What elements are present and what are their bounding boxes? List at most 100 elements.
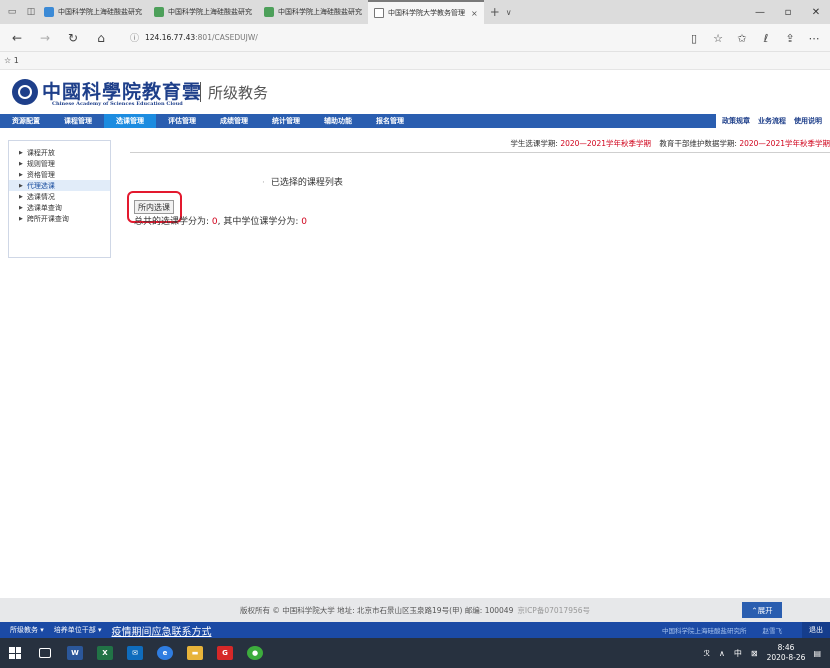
bullet-icon: ▶ <box>19 204 23 211</box>
start-button[interactable] <box>0 638 30 668</box>
logo-english: Chinese Academy of Sciences Education Cl… <box>52 101 183 107</box>
forward-icon[interactable]: → <box>34 27 56 49</box>
sidebar-item-label: 跨所开课查询 <box>26 214 69 223</box>
tab-actions-icon[interactable]: ▭ <box>5 5 19 19</box>
browser-tab-2[interactable]: 中国科学院上海硅酸盐研究 <box>148 0 258 24</box>
tab-close-icon[interactable]: × <box>471 9 478 18</box>
mail-icon[interactable]: ✉ <box>120 638 150 668</box>
menu-item-resources[interactable]: 资源配置 <box>0 114 52 128</box>
excel-icon[interactable]: X <box>90 638 120 668</box>
bullet-icon: ▶ <box>19 182 23 189</box>
sidebar-item-label: 选课单查询 <box>26 203 62 212</box>
system-tray: ℛ ∧ 中 ⊠ 8:46 2020-8-26 ▤ <box>704 638 830 668</box>
cas-favicon-icon <box>44 7 54 17</box>
url-field[interactable]: ⓘ 124.16.77.43 :801/CASEDUJW/ <box>130 31 650 44</box>
logo-chinese: 中國科學院教育雲 <box>42 81 203 103</box>
sidebar-item-label: 课程开放 <box>26 148 55 157</box>
system-switcher[interactable]: 所级教务 ▾ <box>10 625 44 635</box>
sidebar-item-cross-institute[interactable]: ▶ 跨所开课查询 <box>9 213 110 224</box>
sidebar-item-label: 选课情况 <box>26 192 55 201</box>
home-icon[interactable]: ⌂ <box>90 27 112 49</box>
main-menu: 资源配置 课程管理 选课管理 评估管理 成绩管理 统计管理 辅助功能 报名管理 … <box>0 114 830 128</box>
manual-link[interactable]: 使用说明 <box>794 116 822 126</box>
tab-label: 中国科学院上海硅酸盐研究 <box>58 8 142 16</box>
red-app-icon[interactable]: G <box>210 638 240 668</box>
selected-course-list-title: · 已选择的课程列表 <box>262 178 343 188</box>
institute-name: 中国科学院上海硅酸盐研究所 <box>662 627 747 635</box>
content-area: ▶ 课程开放 ▶ 规则管理 ▶ 资格管理 ▶ 代理选课 ▶ 选课情况 ▶ 选课单查询 ▶ 跨所… <box>0 128 830 598</box>
minimize-icon[interactable]: — <box>746 0 774 24</box>
menu-item-grades[interactable]: 成绩管理 <box>208 114 260 128</box>
expand-button[interactable]: ⌃展开 <box>742 602 782 618</box>
menu-item-assist[interactable]: 辅助功能 <box>312 114 364 128</box>
windows-taskbar: W X ✉ e ▬ G ● ℛ ∧ 中 ⊠ 8:46 2020-8-26 ▤ <box>0 638 830 668</box>
tab-label: 中国科学院大学教务管理 <box>388 9 465 17</box>
sidebar-item-label: 代理选课 <box>26 181 55 190</box>
share-icon[interactable]: ⇪ <box>778 27 802 49</box>
emergency-contact-link[interactable]: 疫情期间应急联系方式 <box>112 623 212 638</box>
more-icon[interactable]: ⋯ <box>802 27 826 49</box>
cas-emblem-icon <box>12 79 38 105</box>
restore-icon[interactable]: ▫ <box>774 0 802 24</box>
student-term-label: 学生选课学期: <box>510 139 558 148</box>
word-icon[interactable]: W <box>60 638 90 668</box>
clock-time: 8:46 <box>777 643 795 652</box>
site-header: 中國科學院教育雲 Chinese Academy of Sciences Edu… <box>0 70 830 114</box>
sidebar-item-selection-status[interactable]: ▶ 选课情况 <box>9 191 110 202</box>
url-path: :801/CASEDUJW/ <box>195 33 258 42</box>
menu-item-registration[interactable]: 报名管理 <box>364 114 416 128</box>
bullet-icon: ▶ <box>19 193 23 200</box>
sidebar-item-proxy-selection[interactable]: ▶ 代理选课 <box>9 180 110 191</box>
menu-right-links: 政策规章 业务流程 使用说明 <box>716 114 830 128</box>
address-bar-actions: ▯ ☆ ✩ ℓ ⇪ ⋯ <box>682 27 826 49</box>
menu-item-statistics[interactable]: 统计管理 <box>260 114 312 128</box>
sidebar-item-rules[interactable]: ▶ 规则管理 <box>9 158 110 169</box>
refresh-icon[interactable]: ↻ <box>62 27 84 49</box>
green-favicon-icon <box>154 7 164 17</box>
policy-link[interactable]: 政策规章 <box>722 116 750 126</box>
clock[interactable]: 8:46 2020-8-26 <box>767 643 806 663</box>
wechat-icon[interactable]: ● <box>240 638 270 668</box>
ime-mode-icon[interactable]: ⊠ <box>751 649 758 658</box>
clock-date: 2020-8-26 <box>766 653 806 662</box>
browser-tab-3[interactable]: 中国科学院上海硅酸盐研究 <box>258 0 368 24</box>
favorite-star-icon[interactable]: ☆ <box>706 27 730 49</box>
url-host: 124.16.77.43 <box>145 33 196 42</box>
close-window-icon[interactable]: ✕ <box>802 0 830 24</box>
favorites-list-icon[interactable]: ✩ <box>730 27 754 49</box>
pen-icon[interactable]: ℓ <box>754 27 778 49</box>
local-course-selection-button[interactable]: 所内选课 <box>134 200 174 214</box>
reading-view-icon[interactable]: ▯ <box>682 27 706 49</box>
sidebar-item-selection-query[interactable]: ▶ 选课单查询 <box>9 202 110 213</box>
workflow-link[interactable]: 业务流程 <box>758 116 786 126</box>
task-view-icon[interactable] <box>30 638 60 668</box>
back-icon[interactable]: ← <box>6 27 28 49</box>
browser-tab-active[interactable]: 中国科学院大学教务管理 × <box>368 0 484 24</box>
people-icon[interactable]: ℛ <box>704 649 710 658</box>
sidebar-item-qualification[interactable]: ▶ 资格管理 <box>9 169 110 180</box>
browser-tab-1[interactable]: 中国科学院上海硅酸盐研究 <box>38 0 148 24</box>
ime-indicator[interactable]: 中 <box>734 648 742 659</box>
menu-item-courses[interactable]: 课程管理 <box>52 114 104 128</box>
file-explorer-icon[interactable]: ▬ <box>180 638 210 668</box>
menu-item-selection[interactable]: 选课管理 <box>104 114 156 128</box>
bullet-icon: ▶ <box>19 171 23 178</box>
favorites-item[interactable]: ☆ 1 <box>4 56 19 65</box>
tab-dropdown-icon[interactable]: ∨ <box>506 8 512 17</box>
menu-item-evaluation[interactable]: 评估管理 <box>156 114 208 128</box>
unit-role-switcher[interactable]: 培养单位干部 ▾ <box>54 625 102 635</box>
edge-browser-icon[interactable]: e <box>150 638 180 668</box>
address-bar: ← → ↻ ⌂ ⓘ 124.16.77.43 :801/CASEDUJW/ ▯ … <box>0 24 830 52</box>
windows-logo-icon <box>9 647 21 659</box>
sidebar-item-label: 规则管理 <box>26 159 55 168</box>
copyright-text: 版权所有 © 中国科学院大学 地址: 北京市石景山区玉泉路19号(甲) 邮编: … <box>239 605 514 615</box>
site-info-icon[interactable]: ⓘ <box>130 31 139 44</box>
tray-chevron-icon[interactable]: ∧ <box>719 649 725 658</box>
new-tab-icon[interactable]: + <box>490 5 500 19</box>
sidebar-item-label: 资格管理 <box>26 170 55 179</box>
favorites-bar: ☆ 1 <box>0 52 830 70</box>
notification-icon[interactable]: ▤ <box>813 649 821 658</box>
logout-button[interactable]: 退出 <box>802 622 830 638</box>
tab-preview-icon[interactable]: ◫ <box>24 5 38 19</box>
sidebar-item-course-open[interactable]: ▶ 课程开放 <box>9 147 110 158</box>
